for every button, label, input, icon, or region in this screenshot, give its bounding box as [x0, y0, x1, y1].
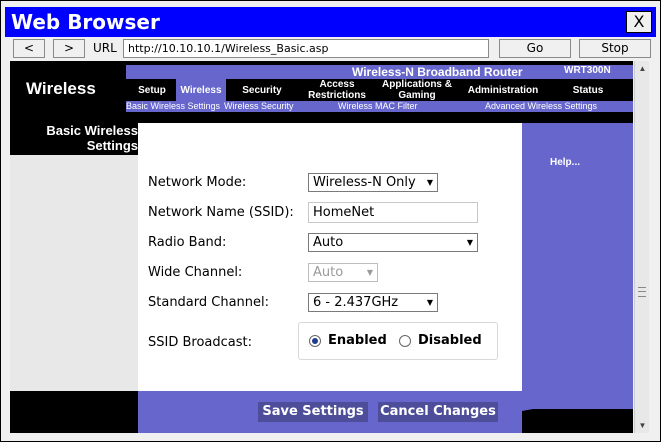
tab-access-restrictions[interactable]: Access Restrictions — [298, 79, 376, 101]
forward-button[interactable]: > — [53, 39, 85, 58]
stop-button[interactable]: Stop — [579, 39, 651, 58]
subtab-wireless-mac-filter[interactable]: Wireless MAC Filter — [338, 101, 418, 112]
vertical-scrollbar[interactable]: ▲ ▼ — [634, 61, 649, 433]
tab-administration[interactable]: Administration — [458, 79, 548, 101]
tab-status[interactable]: Status — [548, 79, 628, 101]
url-label: URL — [93, 41, 117, 55]
chevron-down-icon: ▼ — [366, 268, 373, 277]
radio-band-select[interactable]: Auto ▼ — [308, 233, 478, 252]
ssid-broadcast-disabled-radio[interactable] — [399, 335, 411, 347]
tab-wireless[interactable]: Wireless — [176, 79, 226, 101]
close-button[interactable]: X — [626, 11, 652, 33]
subtab-wireless-security[interactable]: Wireless Security — [224, 101, 294, 112]
back-button[interactable]: < — [13, 39, 45, 58]
ssid-broadcast-label: SSID Broadcast: — [148, 335, 252, 350]
help-panel-notch — [522, 391, 633, 411]
chevron-down-icon: ▼ — [426, 298, 433, 307]
page-title: Basic Wireless Settings — [46, 123, 138, 153]
navigation-bar: < > URL http://10.10.10.1/Wireless_Basic… — [5, 37, 656, 61]
arrow-down-icon[interactable]: ▼ — [635, 418, 650, 433]
chevron-down-icon: ▼ — [426, 178, 433, 187]
standard-channel-label: Standard Channel: — [148, 295, 270, 310]
help-panel: Help... — [522, 123, 633, 409]
chevron-down-icon: ▼ — [466, 238, 473, 247]
url-input[interactable]: http://10.10.10.1/Wireless_Basic.asp — [123, 39, 489, 58]
wide-channel-label: Wide Channel: — [148, 265, 243, 280]
standard-channel-select[interactable]: 6 - 2.437GHz ▼ — [308, 293, 438, 312]
title-bar: Web Browser X — [5, 7, 656, 37]
radio-band-value: Auto — [313, 235, 344, 250]
ssid-input[interactable]: HomeNet — [308, 202, 478, 223]
ssid-broadcast-enabled-label[interactable]: Enabled — [328, 333, 387, 348]
footer-bar: Save Settings Cancel Changes — [138, 391, 522, 433]
save-settings-button[interactable]: Save Settings — [258, 402, 368, 422]
window-title: Web Browser — [11, 10, 160, 34]
arrow-up-icon[interactable]: ▲ — [635, 61, 650, 76]
model-name: WRT300N — [564, 65, 611, 76]
brand-name: Wireless-N Broadband Router — [352, 65, 523, 79]
wide-channel-value: Auto — [313, 265, 344, 280]
cancel-changes-button[interactable]: Cancel Changes — [378, 402, 498, 422]
sub-navigation: Basic Wireless Settings Wireless Securit… — [126, 101, 633, 112]
page-viewport: Wireless-N Broadband Router WRT300N Wire… — [10, 61, 633, 433]
network-mode-value: Wireless-N Only — [313, 175, 416, 190]
ssid-broadcast-disabled-label[interactable]: Disabled — [418, 333, 482, 348]
tab-security[interactable]: Security — [226, 79, 298, 101]
scrollbar-grip[interactable] — [638, 287, 646, 297]
subtab-basic-wireless-settings[interactable]: Basic Wireless Settings — [126, 101, 221, 112]
ssid-label: Network Name (SSID): — [148, 205, 294, 220]
subtab-advanced-wireless-settings[interactable]: Advanced Wireless Settings — [485, 101, 597, 112]
network-mode-label: Network Mode: — [148, 175, 247, 190]
tab-applications-gaming[interactable]: Applications & Gaming — [376, 79, 458, 101]
network-mode-select[interactable]: Wireless-N Only ▼ — [308, 173, 438, 192]
ssid-broadcast-group: Enabled Disabled — [298, 322, 498, 360]
ssid-broadcast-enabled-radio[interactable] — [309, 335, 321, 347]
left-panel — [10, 123, 138, 391]
wide-channel-select: Auto ▼ — [308, 263, 378, 282]
section-title: Wireless — [26, 79, 96, 98]
standard-channel-value: 6 - 2.437GHz — [313, 295, 399, 310]
radio-band-label: Radio Band: — [148, 235, 227, 250]
go-button[interactable]: Go — [499, 39, 571, 58]
tab-setup[interactable]: Setup — [128, 79, 176, 101]
browser-window: Web Browser X < > URL http://10.10.10.1/… — [0, 0, 661, 442]
help-link[interactable]: Help... — [550, 157, 580, 168]
settings-form: Network Mode: Wireless-N Only ▼ Network … — [138, 123, 522, 391]
brand-strip: Wireless-N Broadband Router — [126, 65, 633, 79]
